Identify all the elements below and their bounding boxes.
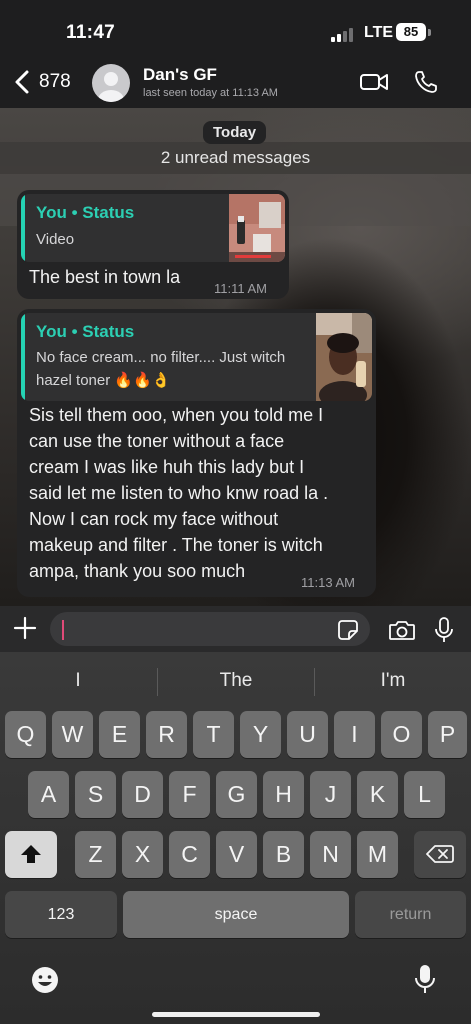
microphone-icon[interactable] (434, 616, 454, 644)
status-bar: 11:47 LTE 85 (0, 0, 471, 56)
key-b[interactable]: B (263, 831, 304, 878)
space-key[interactable]: space (123, 891, 349, 938)
message-text-line: Sis tell them ooo, when you told me I (29, 405, 324, 425)
key-h[interactable]: H (263, 771, 304, 818)
key-z[interactable]: Z (75, 831, 116, 878)
message-text-line: can use the toner without a face (29, 431, 285, 451)
phone-call-icon[interactable] (413, 69, 439, 95)
message-text-line: ampa, thank you soo much (29, 561, 246, 581)
key-u[interactable]: U (287, 711, 328, 758)
key-i[interactable]: I (334, 711, 375, 758)
key-v[interactable]: V (216, 831, 257, 878)
suggestion-item[interactable]: I'm (315, 670, 471, 696)
message-text: The best in town la (29, 267, 181, 287)
key-c[interactable]: C (169, 831, 210, 878)
sticker-icon[interactable] (337, 619, 359, 641)
contact-name[interactable]: Dan's GF (143, 65, 217, 85)
key-n[interactable]: N (310, 831, 351, 878)
camera-icon[interactable] (388, 618, 416, 642)
key-o[interactable]: O (381, 711, 422, 758)
key-t[interactable]: T (193, 711, 234, 758)
shift-icon (21, 845, 41, 863)
key-g[interactable]: G (216, 771, 257, 818)
backspace-icon (426, 845, 454, 863)
key-k[interactable]: K (357, 771, 398, 818)
avatar[interactable] (92, 64, 130, 102)
home-indicator[interactable] (152, 1012, 320, 1017)
date-separator: Today (203, 121, 267, 144)
text-cursor (62, 620, 64, 640)
key-x[interactable]: X (122, 831, 163, 878)
back-icon[interactable] (12, 68, 34, 96)
status-time: 11:47 (66, 22, 116, 43)
quote-accent-bar (21, 313, 25, 401)
message-text-line: said let me listen to who knw road la . (29, 483, 329, 503)
key-a[interactable]: A (28, 771, 69, 818)
key-e[interactable]: E (99, 711, 140, 758)
key-r[interactable]: R (146, 711, 187, 758)
status-reply-quote[interactable]: You • Status Video (21, 194, 285, 262)
message-text-line: Now I can rock my face without (29, 509, 279, 529)
key-l[interactable]: L (404, 771, 445, 818)
quote-text-line: No face cream... no filter.... Just witc… (36, 349, 286, 366)
suggestion-item[interactable]: The (158, 670, 314, 696)
video-call-icon[interactable] (359, 70, 389, 94)
quote-accent-bar (21, 194, 25, 262)
quote-text-line: hazel toner 🔥🔥👌 (36, 372, 171, 389)
message-timestamp: 11:13 AM (301, 575, 355, 590)
dictation-icon[interactable] (414, 963, 436, 995)
signal-strength-icon (331, 28, 355, 42)
network-label: LTE (364, 24, 394, 41)
key-w[interactable]: W (52, 711, 93, 758)
numbers-key[interactable]: 123 (5, 891, 117, 938)
message-text-line: makeup and filter . The toner is witch (29, 535, 323, 555)
message-input-bar (0, 606, 471, 652)
suggestion-item[interactable]: I (0, 670, 156, 696)
key-p[interactable]: P (428, 711, 467, 758)
quote-title: You • Status (36, 203, 135, 222)
battery-tip (428, 29, 431, 36)
shift-key[interactable] (5, 831, 57, 878)
message-input[interactable] (50, 612, 370, 646)
quote-text: Video (36, 231, 75, 248)
key-q[interactable]: Q (5, 711, 46, 758)
message-bubble[interactable]: You • Status No face cream... no filter.… (17, 309, 376, 597)
key-m[interactable]: M (357, 831, 398, 878)
backspace-key[interactable] (414, 831, 466, 878)
chat-area[interactable]: 2 unread messages Today You • Status Vid… (0, 108, 471, 606)
emoji-icon[interactable] (30, 965, 60, 995)
keyboard: I The I'm Q W E R T Y U I O P A S D F G … (0, 652, 471, 1024)
status-video-thumbnail (229, 194, 285, 262)
back-unread-count[interactable]: 878 (39, 71, 71, 93)
last-seen-status: last seen today at 11:13 AM (143, 87, 278, 99)
key-s[interactable]: S (75, 771, 116, 818)
plus-icon[interactable] (12, 615, 38, 641)
message-text-line: cream I was like huh this lady but I (29, 457, 305, 477)
unread-messages-banner: 2 unread messages (0, 142, 471, 174)
status-reply-quote[interactable]: You • Status No face cream... no filter.… (21, 313, 372, 401)
key-j[interactable]: J (310, 771, 351, 818)
key-d[interactable]: D (122, 771, 163, 818)
quote-title: You • Status (36, 322, 135, 341)
chat-header: 878 Dan's GF last seen today at 11:13 AM (0, 56, 471, 108)
key-f[interactable]: F (169, 771, 210, 818)
message-timestamp: 11:11 AM (214, 281, 267, 296)
message-bubble[interactable]: You • Status Video The best in town la 1… (17, 190, 289, 299)
key-y[interactable]: Y (240, 711, 281, 758)
status-photo-thumbnail (316, 313, 372, 401)
return-key[interactable]: return (355, 891, 466, 938)
battery-icon: 85 (396, 23, 426, 41)
